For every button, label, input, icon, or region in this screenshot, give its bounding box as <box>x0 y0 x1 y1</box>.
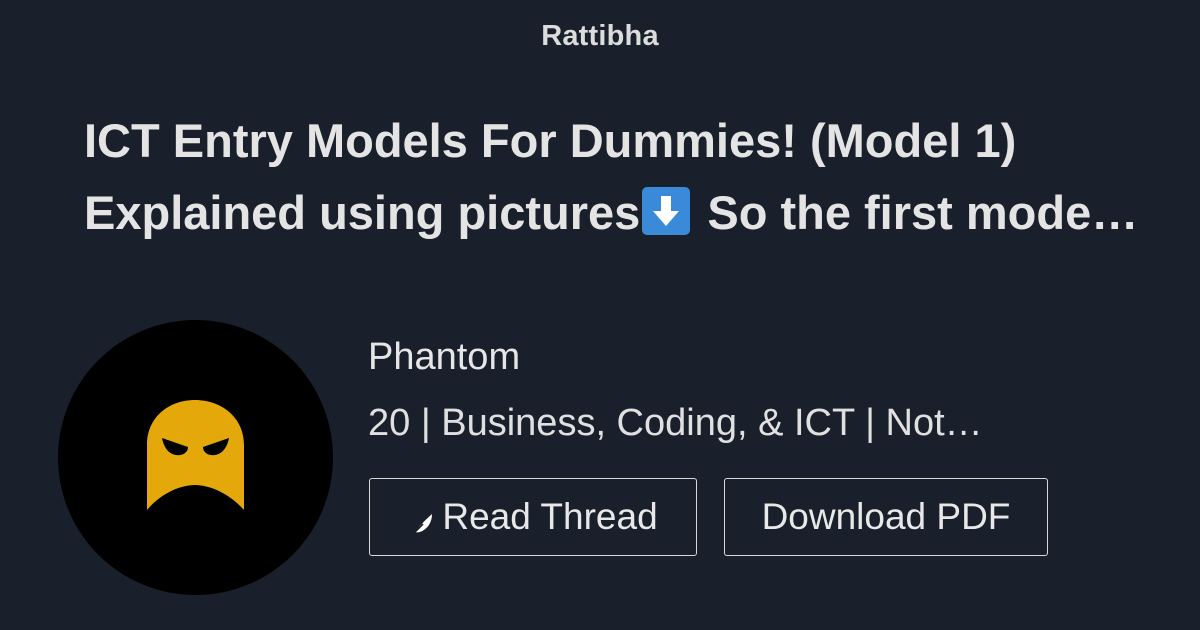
thread-title-continuation: So the first mode… <box>694 186 1139 239</box>
brand-name: Rattibha <box>541 20 659 52</box>
thread-title: ICT Entry Models For Dummies! (Model 1) … <box>84 105 1164 249</box>
angry-ghost-icon <box>147 400 244 510</box>
download-pdf-button[interactable]: Download PDF <box>724 478 1048 556</box>
thread-title-text: Explained using pictures <box>84 186 641 239</box>
author-name[interactable]: Phantom <box>368 336 520 379</box>
down-arrow-emoji-icon <box>642 187 691 235</box>
author-avatar[interactable] <box>58 320 333 595</box>
thread-title-line-2: Explained using pictures So the first mo… <box>84 177 1164 249</box>
read-thread-label: Read Thread <box>442 496 658 537</box>
read-thread-button[interactable]: Read Thread <box>369 478 697 556</box>
feather-icon <box>408 505 436 537</box>
author-bio: 20 | Business, Coding, & ICT | Not… <box>368 402 983 444</box>
thread-title-line-1: ICT Entry Models For Dummies! (Model 1) <box>84 114 1017 167</box>
download-pdf-label: Download PDF <box>761 496 1011 537</box>
